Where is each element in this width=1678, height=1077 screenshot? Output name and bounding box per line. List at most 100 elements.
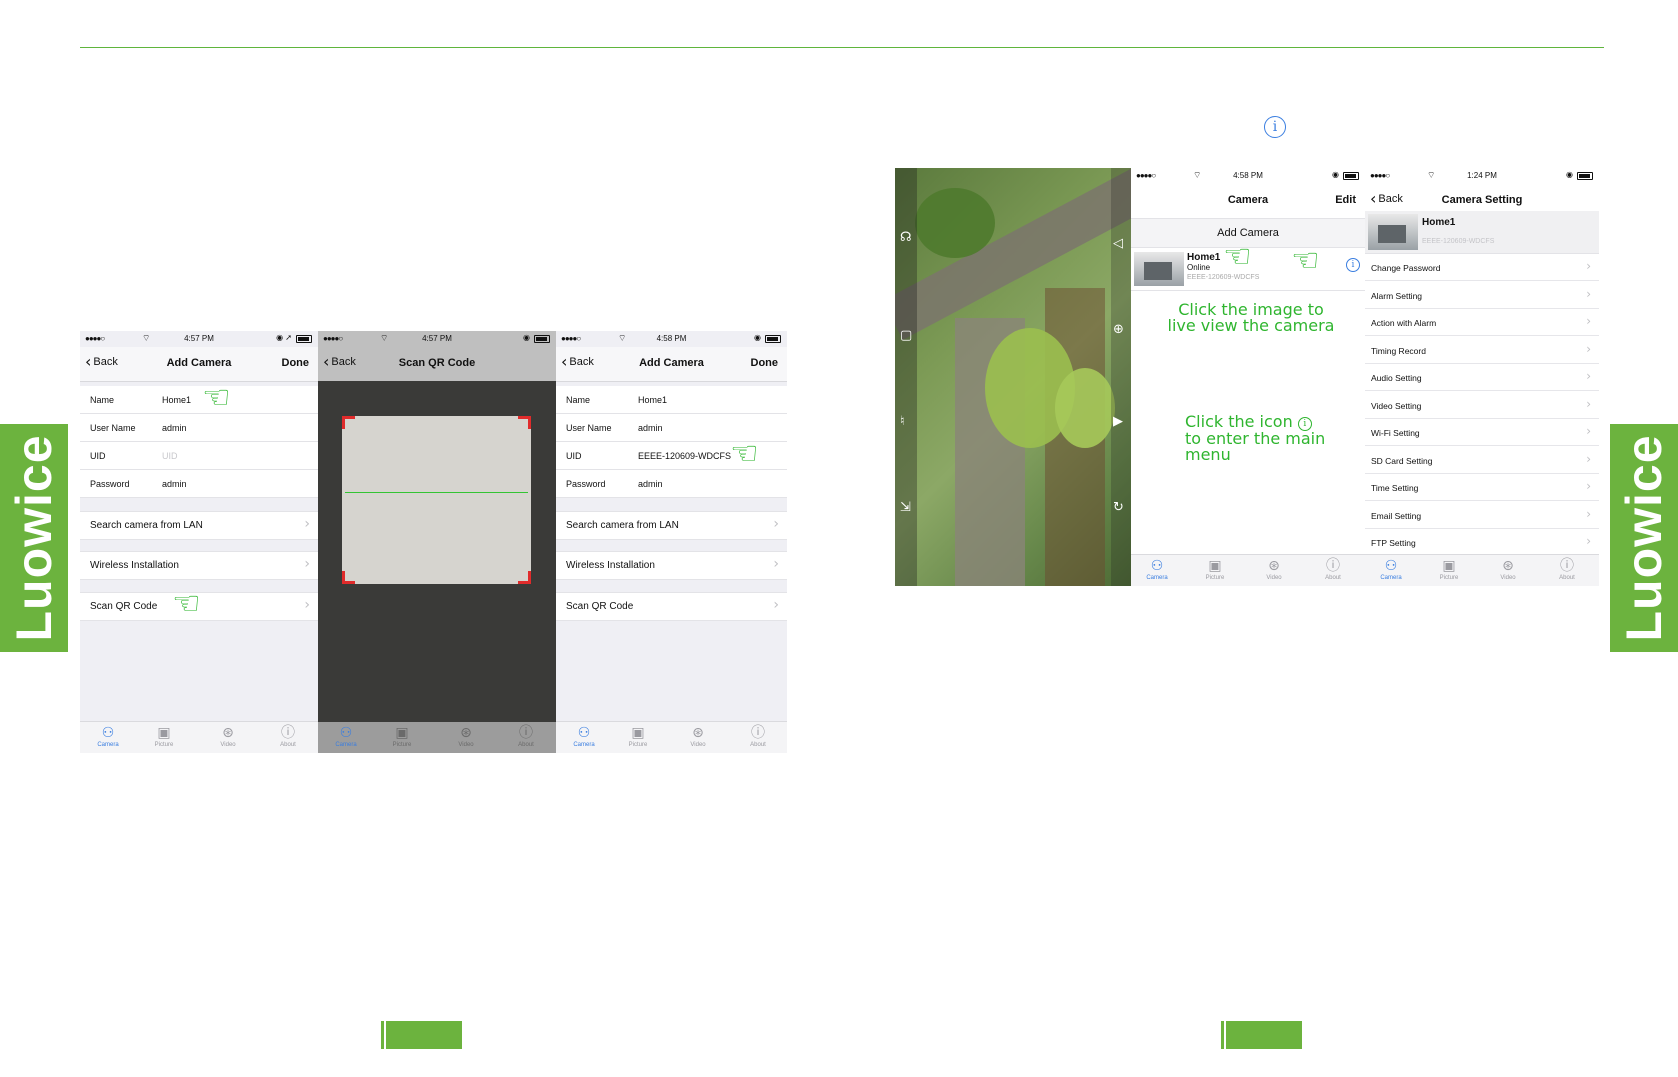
setting-item[interactable]: SD Card Setting › [1365,446,1599,474]
setting-item[interactable]: Time Setting › [1365,474,1599,501]
tab-video[interactable]: ⊛ Video [208,725,248,748]
chevron-right-icon: › [1586,286,1591,301]
about-icon: ⓘ [281,725,295,741]
picture-icon: ▣ [1208,558,1222,574]
setting-item[interactable]: Alarm Setting › [1365,281,1599,309]
note-live-view: Click the image to live view the camera [1167,300,1335,335]
zoom-icon[interactable]: ⊕ [1113,322,1124,337]
tab-video[interactable]: ⊛ Video [678,725,718,748]
setting-item-label: Video Setting [1371,400,1422,411]
screen-scan-qr: ●●●●○ ⌔ 4:57 PM ◉ ‹ Back Scan QR Code ⚇ Cam… [318,331,556,753]
about-icon: ⓘ [1560,558,1574,574]
setting-item-label: Audio Setting [1371,373,1422,383]
tab-video[interactable]: ⊛ Video [446,725,486,748]
tab-camera[interactable]: ⚇ Camera [564,725,604,748]
menu-search-lan[interactable]: Search camera from LAN › [80,511,318,540]
scan-line [345,492,528,493]
setting-item[interactable]: Timing Record › [1365,336,1599,364]
tab-video[interactable]: ⊛ Video [1488,558,1528,581]
status-time: 4:58 PM [656,334,687,343]
field-uid[interactable]: UID UID [80,442,318,470]
about-icon: ⓘ [751,725,765,741]
battery-icon [296,335,312,343]
nav-bar: ‹ Back Add Camera Done [556,347,787,382]
setting-item[interactable]: FTP Setting › [1365,529,1599,556]
video-icon: ⊛ [1268,558,1280,574]
record-icon[interactable]: ▢ [900,328,912,343]
tab-about[interactable]: ⓘ About [1547,558,1587,581]
status-bar: ●●●●○ ⌔ 4:57 PM ◉ ➚ [80,331,318,347]
tab-about[interactable]: ⓘ About [738,725,778,748]
setting-item[interactable]: Audio Setting › [1365,364,1599,391]
picture-icon: ▣ [157,725,171,741]
tab-camera[interactable]: ⚇ Camera [1137,558,1177,581]
chevron-right-icon: › [304,597,310,613]
pointing-hand-icon: ☜ [730,434,759,472]
camera-icon: ⚇ [1150,558,1164,574]
field-name[interactable]: Name Home1 [556,386,787,414]
field-name[interactable]: Name Home1 [80,386,318,414]
edit-button[interactable]: Edit [1335,194,1356,206]
field-password[interactable]: Password admin [80,470,318,498]
setting-item[interactable]: Email Setting › [1365,501,1599,529]
video-icon: ⊛ [460,725,472,741]
camera-uid: EEEE-120609-WDCFS [1422,238,1495,245]
setting-item[interactable]: Change Password › [1365,254,1599,281]
tab-picture[interactable]: ▣ Picture [618,725,658,748]
brand-label-right: Luowice [1616,434,1672,642]
setting-item[interactable]: Wi-Fi Setting › [1365,419,1599,446]
chevron-right-icon: › [1586,369,1591,383]
tab-video[interactable]: ⊛ Video [1254,558,1294,581]
pointing-hand-icon: ☜ [1223,237,1252,275]
field-password[interactable]: Password admin [556,470,787,498]
field-username[interactable]: User Name admin [80,414,318,442]
header-rule [80,47,1604,48]
menu-scan-qr[interactable]: Scan QR Code › [556,592,787,621]
tab-picture[interactable]: ▣ Picture [1195,558,1235,581]
chevron-right-icon: › [1586,424,1591,438]
done-button[interactable]: Done [282,357,310,369]
tab-camera[interactable]: ⚇ Camera [88,725,128,748]
tab-picture[interactable]: ▣ Picture [1429,558,1469,581]
setting-item-label: Change Password [1371,263,1441,273]
tab-about[interactable]: ⓘ About [1313,558,1353,581]
live-view-image[interactable]: ☊ ▢ ♮ ⇲ ◁ ⊕ ▶ ↻ [895,168,1131,586]
speaker-icon[interactable]: ☊ [900,230,912,245]
camera-icon: ⚇ [1384,558,1398,574]
mic-icon[interactable]: ♮ [900,414,905,429]
tab-camera[interactable]: ⚇ Camera [1371,558,1411,581]
status-time: 1:24 PM [1467,171,1497,180]
side-brand-tab-left: Luowice [0,424,68,652]
exit-icon[interactable]: ⇲ [900,500,911,515]
status-time: 4:58 PM [1233,171,1263,180]
tab-about[interactable]: ⓘ About [506,725,546,748]
about-icon: ⓘ [1326,558,1340,574]
nav-title: Camera Setting [1441,194,1523,206]
tab-picture[interactable]: ▣ Picture [382,725,422,748]
screen-camera-list: ●●●●○ ⌔ 4:58 PM ◉ Camera Edit Add Camera … [1131,168,1365,586]
setting-item-label: Timing Record [1371,345,1426,356]
rotate-icon[interactable]: ↻ [1113,500,1124,515]
tab-bar: ⚇ Camera ▣ Picture ⊛ Video ⓘ About [556,721,787,753]
status-bar: ●●●●○ ⌔ 4:58 PM ◉ [1131,168,1365,184]
tab-about[interactable]: ⓘ About [268,725,308,748]
camera-icon: ⚇ [339,725,353,741]
menu-wireless-installation[interactable]: Wireless Installation › [556,551,787,580]
nav-bar: ‹ Back Scan QR Code [318,347,556,381]
menu-search-lan[interactable]: Search camera from LAN › [556,511,787,540]
tab-picture[interactable]: ▣ Picture [144,725,184,748]
play-icon[interactable]: ▶ [1113,414,1123,429]
setting-item[interactable]: Video Setting › [1365,391,1599,419]
info-icon[interactable]: i [1346,258,1360,272]
tab-camera[interactable]: ⚇ Camera [326,725,366,748]
flip-icon[interactable]: ◁ [1113,236,1123,251]
chevron-right-icon: › [1586,534,1591,548]
screen-add-camera-2: ●●●●○ ⌔ 4:58 PM ◉ ‹ Back Add Camera Done N… [556,331,787,753]
done-button[interactable]: Done [751,357,779,369]
chevron-right-icon: › [1586,506,1591,521]
menu-wireless-installation[interactable]: Wireless Installation › [80,551,318,580]
video-icon: ⊛ [1502,558,1514,574]
nav-title: Scan QR Code [398,357,476,369]
camera-thumbnail[interactable] [1134,252,1184,286]
setting-item[interactable]: Action with Alarm › [1365,309,1599,336]
